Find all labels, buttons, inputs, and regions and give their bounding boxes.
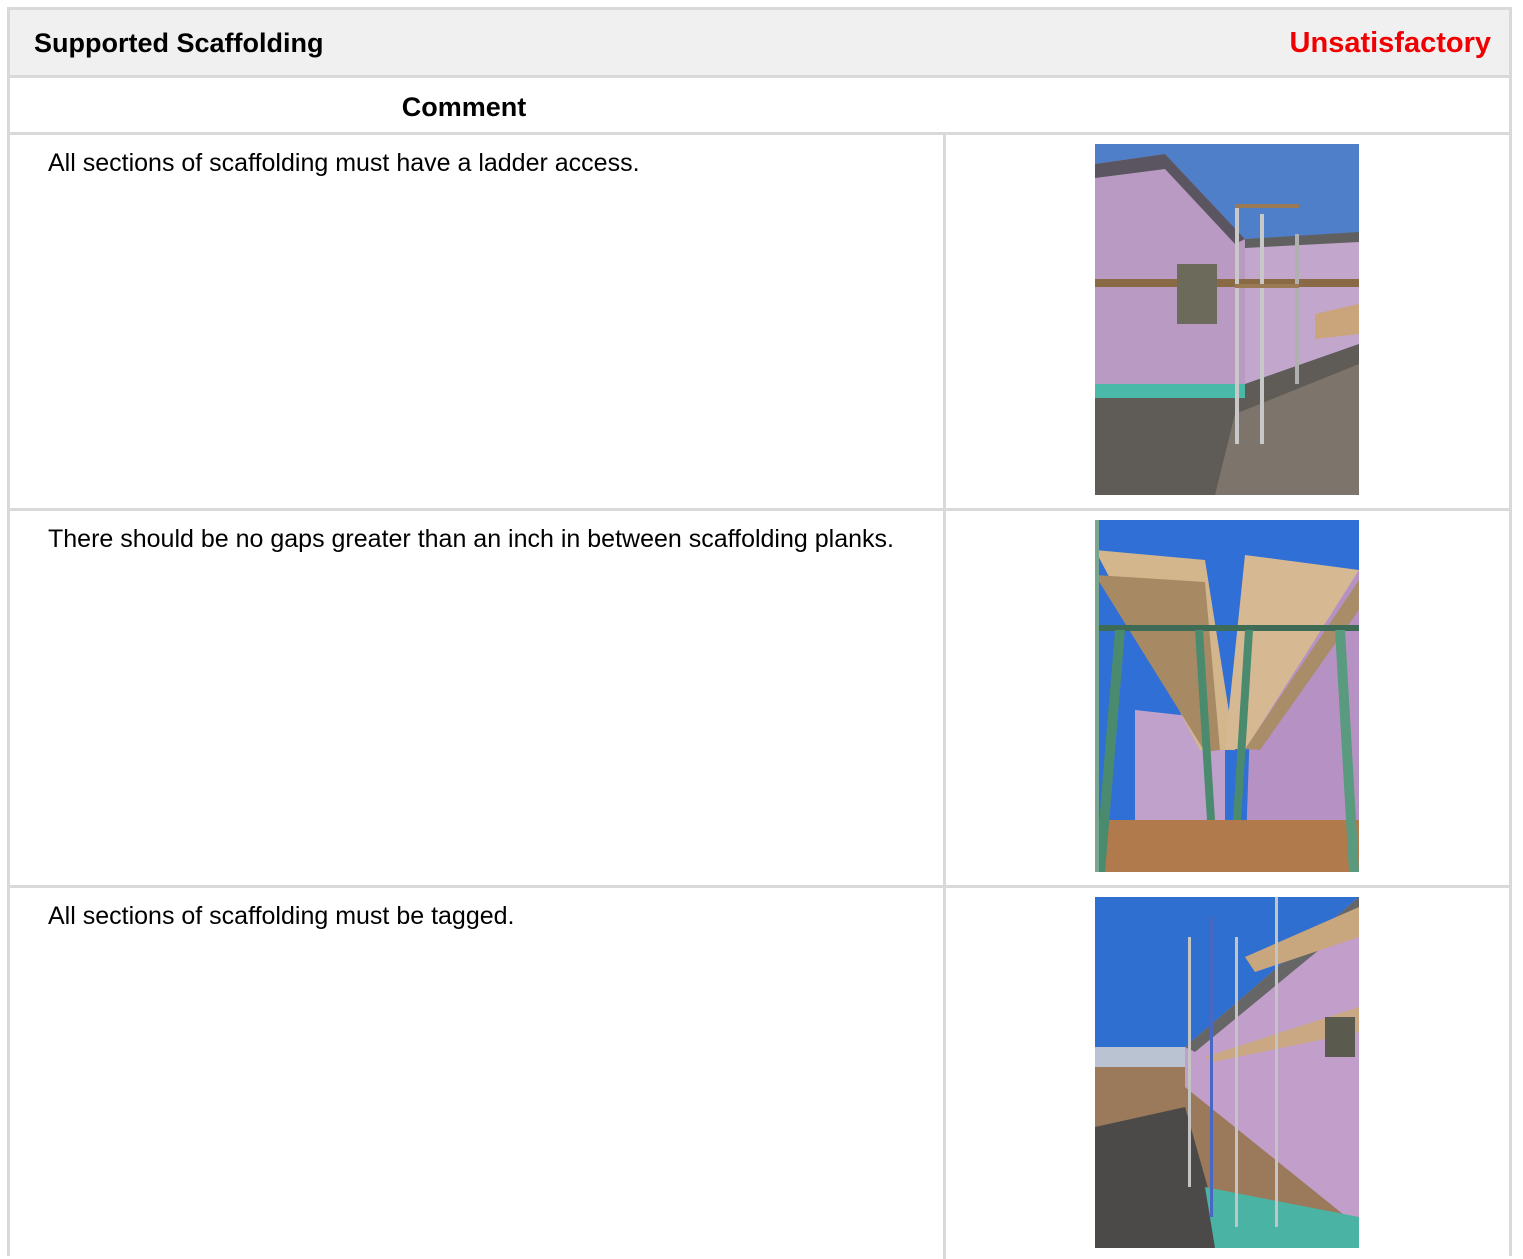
inspection-section: Supported Scaffolding Unsatisfactory Com… (7, 7, 1512, 1259)
comment-header-label: Comment (401, 92, 527, 122)
scaffolding-photo[interactable] (1095, 897, 1359, 1248)
table-row: There should be no gaps greater than an … (10, 511, 1509, 888)
photo-image (1095, 144, 1359, 495)
column-divider (943, 511, 946, 885)
column-divider (943, 135, 946, 508)
comment-text: All sections of scaffolding must have a … (48, 149, 640, 177)
photo-image (1095, 897, 1359, 1248)
table-row: All sections of scaffolding must be tagg… (10, 888, 1509, 1259)
scaffolding-planks-photo[interactable] (1095, 520, 1359, 872)
status-label: Unsatisfactory (1289, 27, 1491, 59)
table-row: All sections of scaffolding must have a … (10, 135, 1509, 511)
section-header: Supported Scaffolding Unsatisfactory (10, 10, 1509, 78)
column-divider (943, 888, 946, 1259)
scaffolding-photo[interactable] (1095, 144, 1359, 495)
comment-text: All sections of scaffolding must be tagg… (48, 902, 515, 930)
comment-column-header: Comment (10, 78, 1509, 135)
photo-image (1095, 520, 1359, 872)
section-title: Supported Scaffolding (34, 28, 324, 58)
comment-text: There should be no gaps greater than an … (48, 525, 894, 553)
